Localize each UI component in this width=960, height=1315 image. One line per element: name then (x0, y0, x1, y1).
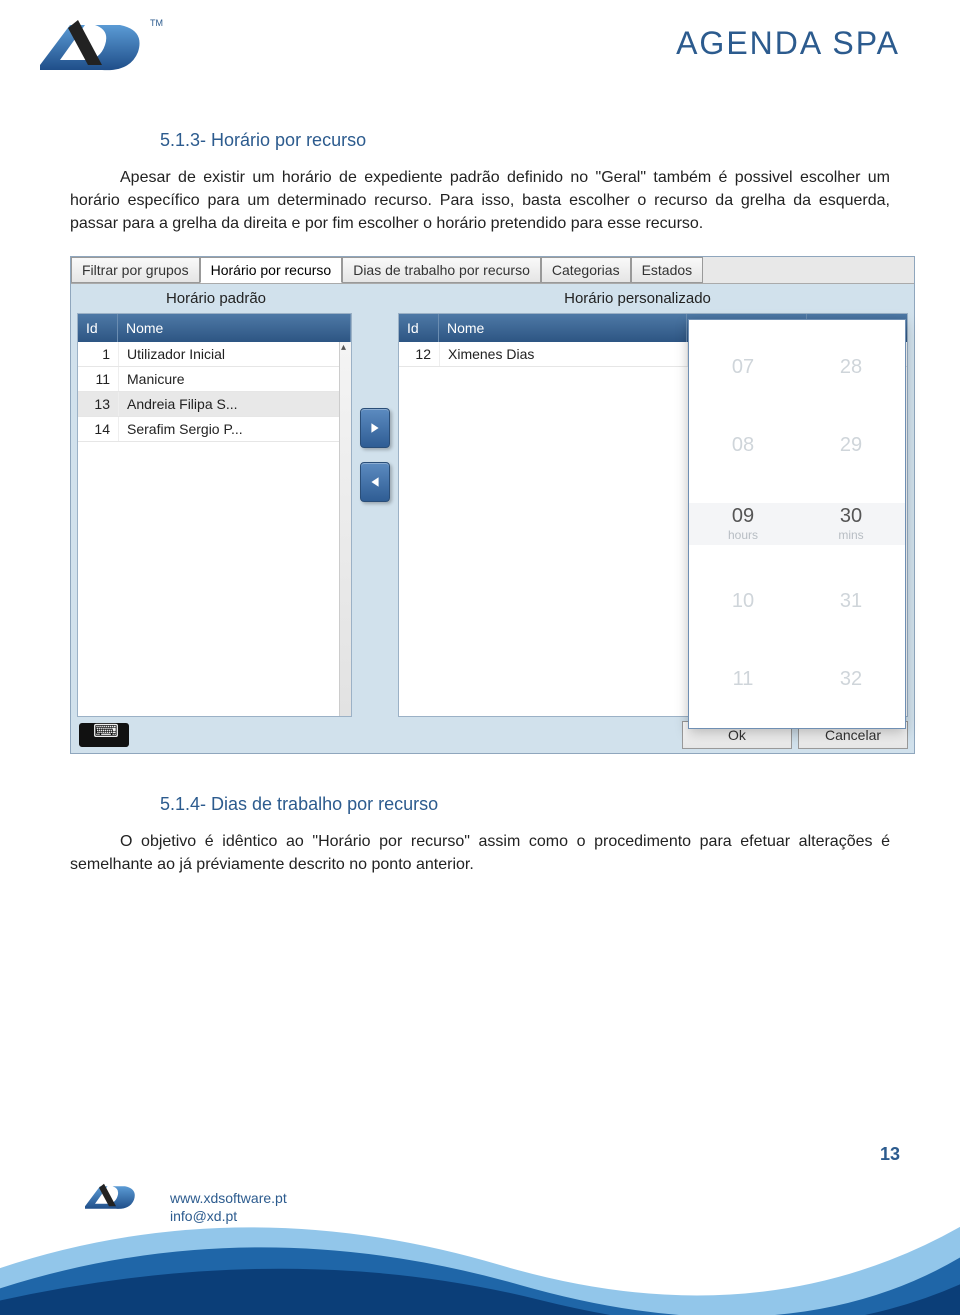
transfer-buttons (352, 193, 398, 717)
grid-horario-padrao[interactable]: Id Nome 1Utilizador Inicial 11Manicure 1… (77, 313, 352, 717)
footer-links: www.xdsoftware.pt info@xd.pt (170, 1189, 287, 1225)
move-right-button[interactable] (360, 408, 390, 448)
col-header-id[interactable]: Id (78, 314, 118, 342)
col-header-nome[interactable]: Nome (439, 314, 687, 342)
tab-estados[interactable]: Estados (631, 257, 704, 283)
col-header-nome[interactable]: Nome (118, 314, 351, 342)
section-paragraph-513: Apesar de existir um horário de expedien… (70, 166, 890, 236)
tab-categorias[interactable]: Categorias (541, 257, 631, 283)
table-row[interactable]: 14Serafim Sergio P... (78, 417, 351, 442)
table-row[interactable]: 1Utilizador Inicial (78, 342, 351, 367)
scrollbar[interactable] (339, 342, 351, 716)
section-heading-513: 5.1.3- Horário por recurso (160, 130, 890, 151)
footer-email[interactable]: info@xd.pt (170, 1207, 287, 1225)
footer-url[interactable]: www.xdsoftware.pt (170, 1189, 287, 1207)
section-paragraph-514: O objetivo é idêntico ao "Horário por re… (70, 830, 890, 876)
table-row[interactable]: 11Manicure (78, 367, 351, 392)
page-header: TM AGENDA SPA (0, 0, 960, 100)
time-picker-popup[interactable]: 07 08 09 hours 10 11 28 29 30 mins 31 32 (688, 319, 906, 729)
grid-sublabels: Horário padrão Horário personalizado (71, 284, 914, 313)
page-title: AGENDA SPA (676, 25, 900, 62)
footer-xd-logo (80, 1175, 150, 1225)
section-heading-514: 5.1.4- Dias de trabalho por recurso (160, 794, 890, 815)
keyboard-icon[interactable] (79, 723, 129, 747)
hour-wheel[interactable]: 07 08 09 hours 10 11 (689, 347, 797, 701)
tab-filtrar-grupos[interactable]: Filtrar por grupos (71, 257, 200, 283)
tab-horario-recurso[interactable]: Horário por recurso (200, 257, 343, 283)
tab-bar: Filtrar por grupos Horário por recurso D… (71, 257, 914, 284)
svg-text:TM: TM (150, 18, 163, 28)
app-screenshot: Filtrar por grupos Horário por recurso D… (70, 256, 915, 754)
document-body: 5.1.3- Horário por recurso Apesar de exi… (0, 130, 960, 876)
label-horario-padrao: Horário padrão (71, 290, 361, 307)
minute-wheel[interactable]: 28 29 30 mins 31 32 (797, 347, 905, 701)
label-horario-personalizado: Horário personalizado (361, 290, 914, 307)
move-left-button[interactable] (360, 462, 390, 502)
col-header-id[interactable]: Id (399, 314, 439, 342)
xd-logo: TM (30, 10, 170, 90)
table-row[interactable]: 13Andreia Filipa S... (78, 392, 351, 417)
